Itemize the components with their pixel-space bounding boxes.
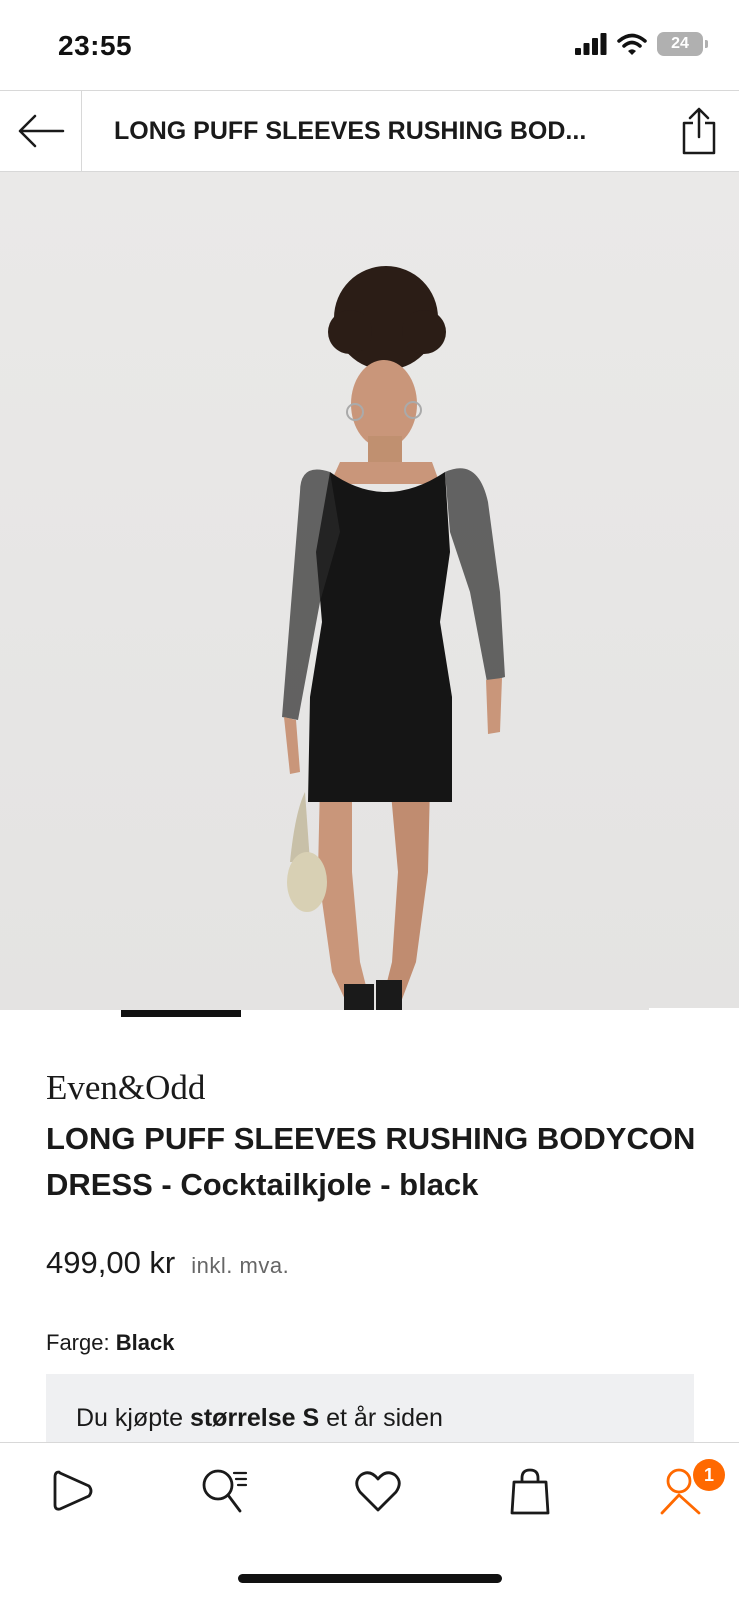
color-value: Black <box>115 1330 175 1355</box>
play-icon <box>53 1470 93 1511</box>
product-price: 499,00 kr <box>46 1245 176 1280</box>
search-list-icon <box>202 1469 248 1513</box>
nav-wishlist[interactable] <box>351 1463 405 1519</box>
purchase-size: størrelse S <box>189 1404 320 1432</box>
product-name: LONG PUFF SLEEVES RUSHING BODYCON DRESS … <box>46 1121 696 1202</box>
wishlist-button[interactable] <box>649 1008 739 1010</box>
home-indicator <box>238 1574 502 1583</box>
share-button[interactable] <box>659 91 739 171</box>
back-button[interactable] <box>0 91 82 171</box>
price-row: 499,00 kr inkl. mva. <box>46 1245 289 1281</box>
product-header: LONG PUFF SLEEVES RUSHING BOD... <box>0 90 739 172</box>
heart-icon <box>354 1471 401 1512</box>
shopping-bag-icon <box>510 1468 550 1515</box>
vat-note: inkl. mva. <box>191 1253 290 1278</box>
status-bar: 23:55 24 <box>0 0 739 90</box>
battery-indicator: 24 <box>657 32 708 56</box>
status-time: 23:55 <box>58 30 133 61</box>
signal-icon <box>575 33 607 55</box>
account-badge: 1 <box>693 1459 725 1491</box>
purchase-suffix: et år siden <box>326 1404 443 1432</box>
header-title: LONG PUFF SLEEVES RUSHING BOD... <box>114 116 587 145</box>
product-photo <box>0 172 739 1010</box>
brand-name[interactable]: Even&Odd <box>46 1068 205 1108</box>
color-row: Farge: Black <box>46 1330 174 1356</box>
purchase-prefix: Du kjøpte <box>76 1404 183 1432</box>
nav-bag[interactable] <box>503 1463 557 1519</box>
nav-search[interactable] <box>198 1463 252 1519</box>
share-icon <box>682 107 716 155</box>
status-icons: 24 <box>575 32 708 56</box>
color-label: Farge: <box>46 1330 110 1355</box>
previous-purchase-notice: Du kjøpte størrelse S et år siden <box>46 1374 694 1444</box>
product-side-actions <box>649 1008 739 1010</box>
wifi-icon <box>617 33 647 55</box>
nav-home[interactable] <box>46 1463 100 1519</box>
gallery-indicator-active <box>121 1010 241 1017</box>
back-arrow-icon <box>18 114 64 148</box>
nav-account[interactable]: 1 <box>655 1459 725 1519</box>
product-image[interactable] <box>0 172 739 1010</box>
